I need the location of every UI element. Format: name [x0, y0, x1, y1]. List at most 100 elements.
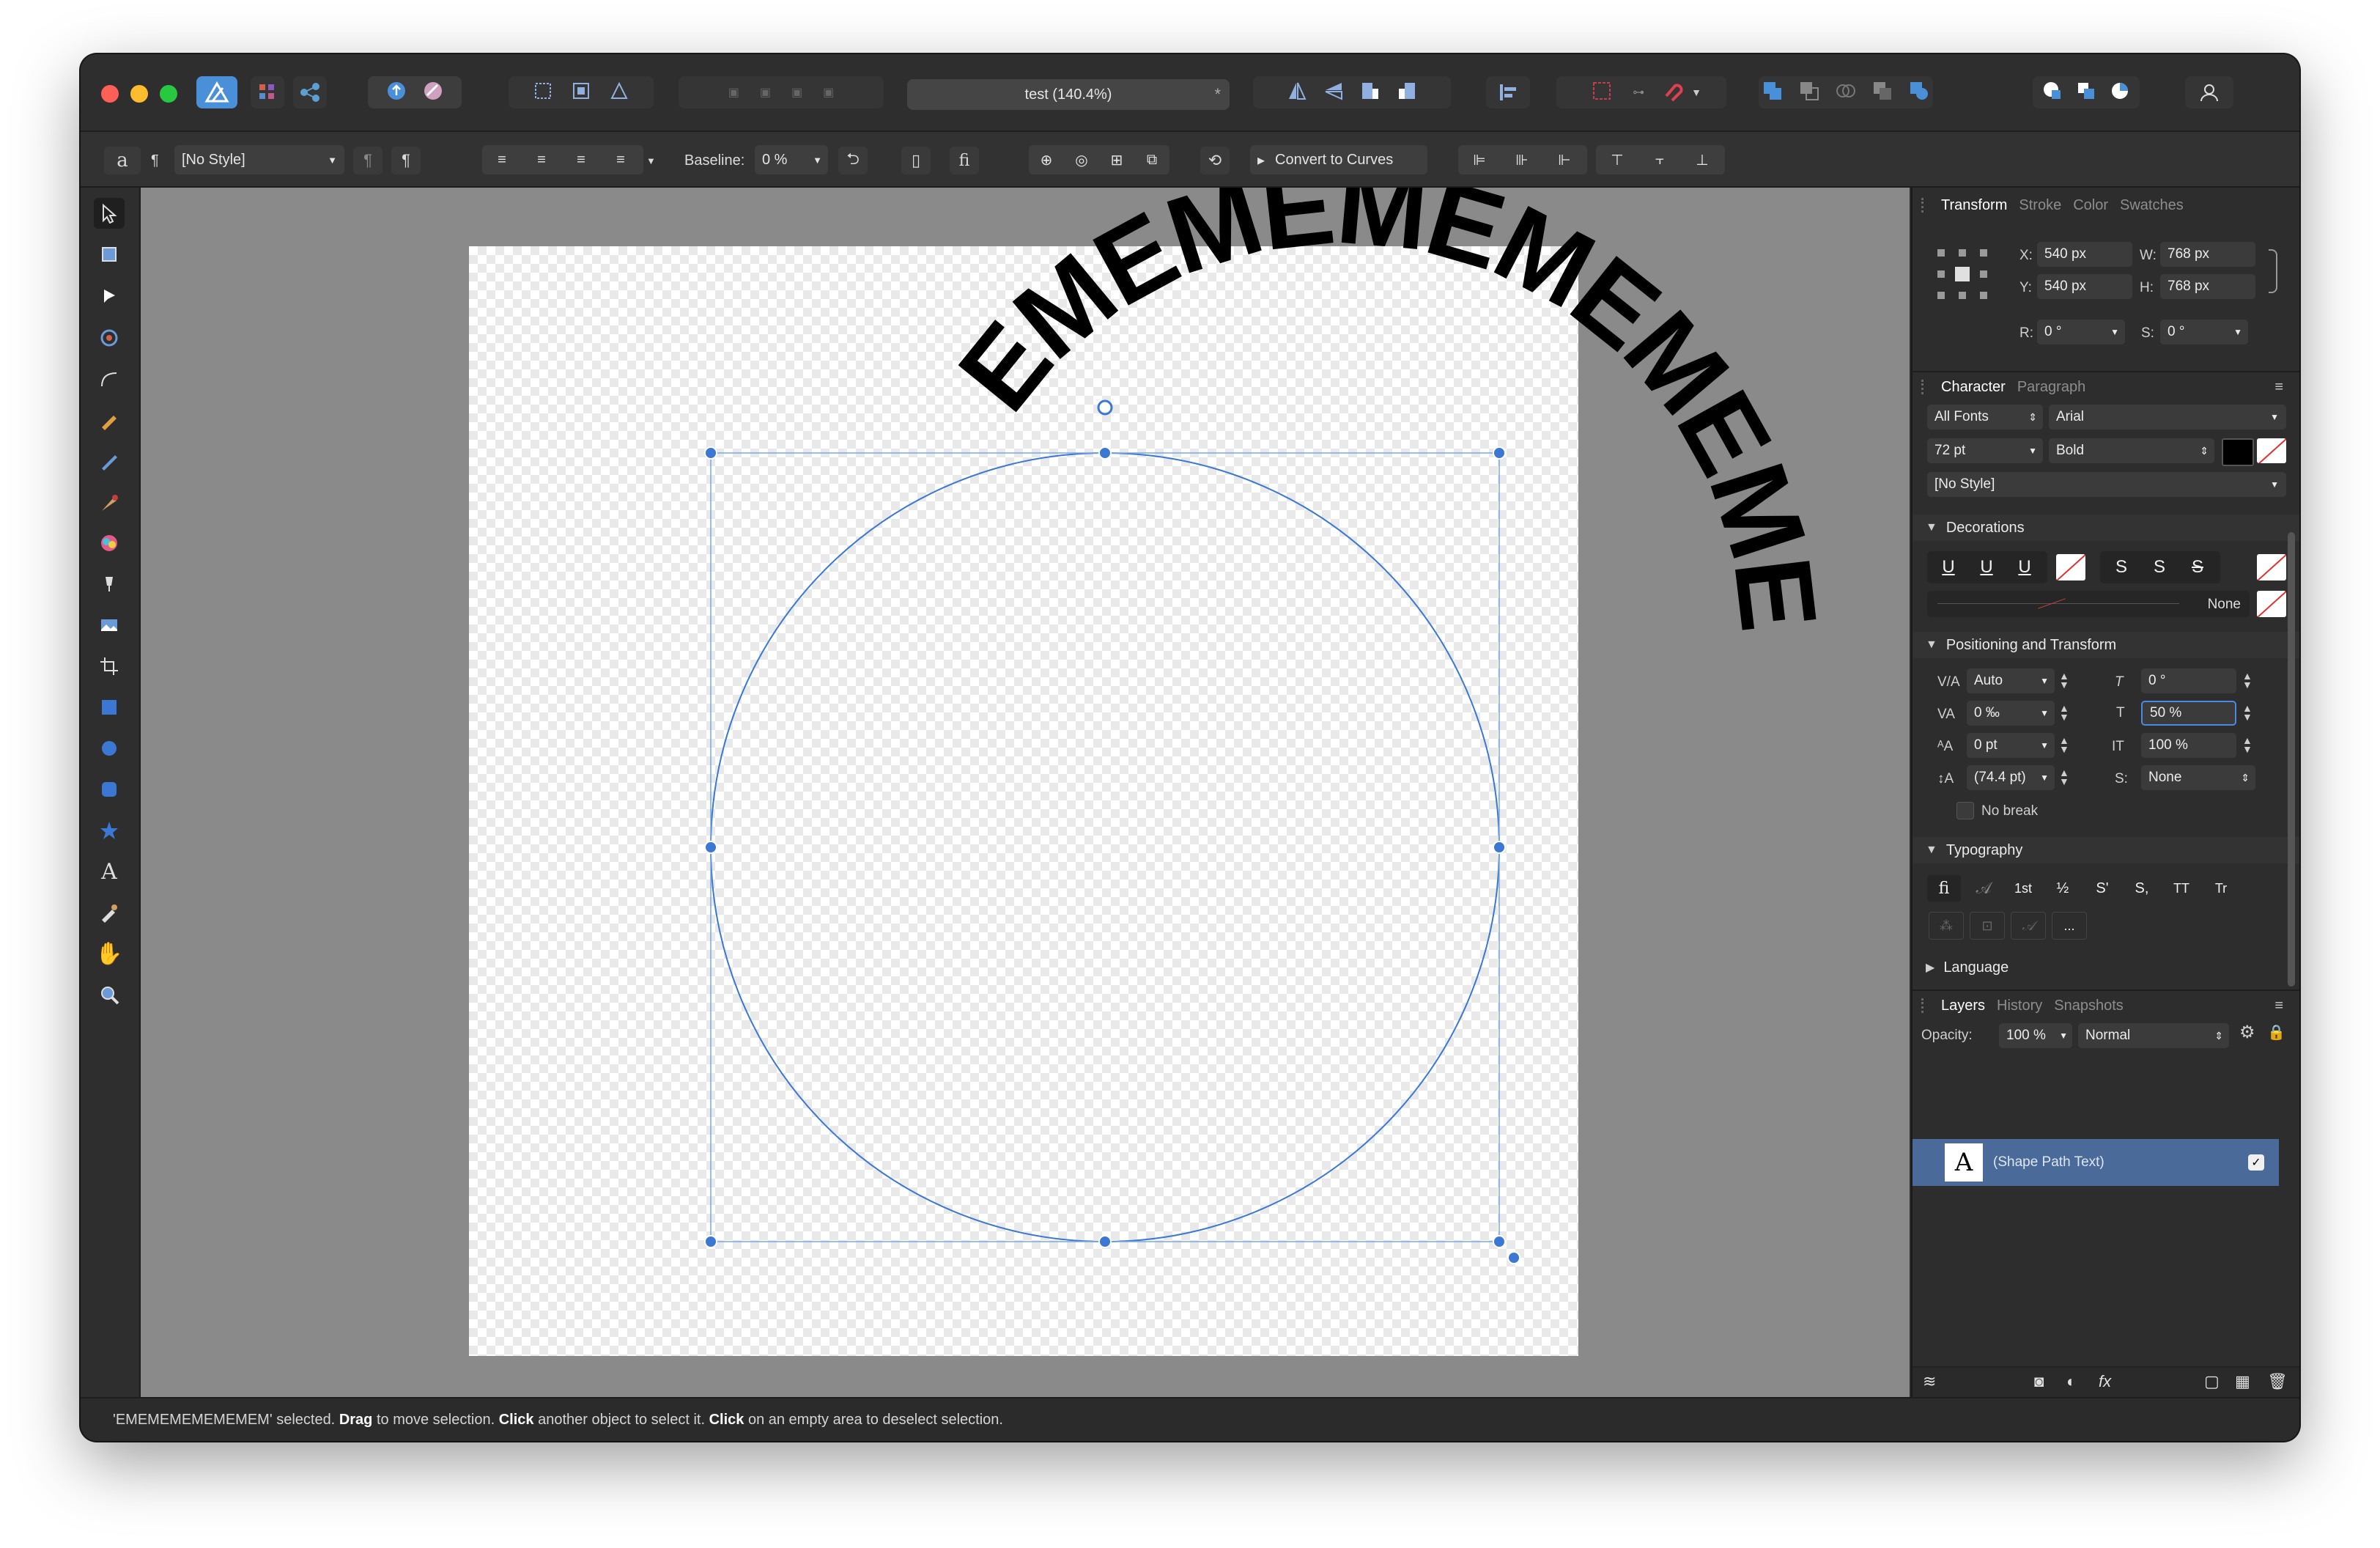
text-frame-icon[interactable]: ▯ — [901, 147, 931, 174]
alignment-icon[interactable] — [1486, 76, 1530, 108]
layers-stack-icon[interactable]: ≋ — [1923, 1372, 1936, 1391]
move-back-icon[interactable]: ▣ — [760, 85, 771, 100]
reset-selection-box-icon[interactable]: ⟲ — [1200, 147, 1230, 174]
lock-aspect-ratio-icon[interactable] — [2269, 249, 2277, 293]
view-point-icon[interactable]: ◎ — [1064, 151, 1099, 169]
color-picker-tool-icon[interactable] — [94, 897, 125, 928]
text-stroke-color-swatch[interactable] — [2257, 438, 2286, 463]
font-size-field[interactable]: 72 pt ▼ — [1927, 438, 2043, 463]
pen-tool-icon[interactable] — [94, 405, 125, 435]
alternates-button[interactable]: ⊡ — [1970, 912, 2005, 940]
handle-left[interactable] — [704, 841, 717, 854]
lock-icon[interactable]: 🔒 — [2267, 1023, 2285, 1042]
hand-tool-icon[interactable]: ✋ — [94, 938, 125, 969]
fill-tool-icon[interactable] — [94, 528, 125, 559]
rotation-handle[interactable] — [1507, 1251, 1520, 1264]
strikethrough-button[interactable]: S — [2104, 554, 2138, 580]
assets-icon[interactable] — [423, 81, 443, 105]
vector-brush-tool-icon[interactable] — [94, 487, 125, 517]
tab-layers[interactable]: Layers — [1941, 998, 1985, 1014]
font-family-select[interactable]: Arial ▼ — [2049, 405, 2286, 430]
tab-swatches[interactable]: Swatches — [2120, 197, 2184, 214]
align-right-edges-icon[interactable]: ⊩ — [1543, 151, 1586, 169]
text-start-handle[interactable] — [1097, 399, 1113, 416]
tab-snapshots[interactable]: Snapshots — [2054, 998, 2124, 1014]
shear-field[interactable]: 0 ° ▼ — [2160, 320, 2248, 344]
character-style-select[interactable]: [No Style] ▼ — [1927, 472, 2286, 497]
tracking-field[interactable]: 0 ‰ ▼ — [1967, 701, 2055, 726]
all-caps-button[interactable]: TT — [2165, 875, 2198, 902]
fx-icon[interactable]: fx — [2099, 1372, 2111, 1391]
swash-button[interactable]: 𝒜 — [1967, 875, 2000, 902]
typography-section-header[interactable]: ▼ Typography — [1912, 837, 2299, 863]
vertical-scale-stepper-icon[interactable]: ▲ ▼ — [2242, 703, 2252, 722]
paragraph-icon[interactable]: ¶ — [391, 147, 421, 174]
tracking-stepper-icon[interactable]: ▲ ▼ — [2059, 703, 2069, 722]
export-persona-icon[interactable] — [293, 76, 327, 108]
font-weight-select[interactable]: Bold ⇕ — [2049, 438, 2214, 463]
move-tool-icon[interactable] — [94, 198, 125, 229]
handle-top-right[interactable] — [1493, 446, 1506, 460]
rotation-field[interactable]: 0 ° ▼ — [2037, 320, 2125, 344]
convert-to-curves-button[interactable]: ▸ Convert to Curves — [1250, 145, 1427, 174]
baseline-shift-field[interactable]: 0 pt ▼ — [1967, 733, 2055, 758]
blend-mode-select[interactable]: Normal ⇕ — [2078, 1023, 2229, 1048]
snap-geometry-icon[interactable] — [609, 81, 629, 105]
handle-top-left[interactable] — [704, 446, 717, 460]
align-left-edges-icon[interactable]: ⊫ — [1458, 151, 1501, 169]
tab-transform[interactable]: Transform — [1941, 197, 2007, 214]
layer-name[interactable]: (Shape Path Text) — [1993, 1154, 2104, 1171]
circle-path[interactable] — [710, 452, 1500, 1242]
alignment-options-chevron-icon[interactable]: ▼ — [646, 147, 656, 174]
positioning-section-header[interactable]: ▼ Positioning and Transform — [1912, 632, 2299, 658]
ligatures-typo-button[interactable]: fi — [1927, 875, 1961, 902]
no-break-checkbox[interactable] — [1956, 802, 1974, 819]
line-color-swatch[interactable] — [2257, 591, 2286, 617]
crop-tool-icon[interactable] — [94, 651, 125, 682]
text-style-select[interactable]: [No Style] ▼ — [174, 145, 344, 174]
underline-custom-button[interactable]: U — [2008, 554, 2041, 580]
baseline-input[interactable]: 0 % ▼ — [755, 145, 828, 174]
align-bottom-icon[interactable]: ⊥ — [1681, 151, 1723, 169]
artistic-text-tool-icon[interactable]: A — [94, 856, 125, 887]
zoom-window-button[interactable] — [160, 85, 177, 103]
panel-menu-icon[interactable]: ≡ — [2274, 998, 2283, 1014]
place-image-tool-icon[interactable] — [94, 610, 125, 641]
handle-right[interactable] — [1493, 841, 1506, 854]
trash-icon[interactable]: 🗑 — [2267, 1372, 2288, 1391]
transform-origin-icon[interactable]: ⊕ — [1029, 151, 1064, 169]
height-field[interactable]: 768 px — [2160, 274, 2255, 299]
y-position-field[interactable]: 540 px — [2037, 274, 2132, 299]
align-middle-icon[interactable]: ⫟ — [1638, 152, 1681, 169]
align-center-icon[interactable]: ≡ — [522, 152, 561, 169]
fractions-button[interactable]: ½ — [2046, 875, 2080, 902]
minimize-window-button[interactable] — [130, 85, 148, 103]
leading-field[interactable]: (74.4 pt) ▼ — [1967, 765, 2055, 790]
small-caps-button[interactable]: Tr — [2204, 875, 2238, 902]
flip-vertical-icon[interactable] — [1323, 80, 1345, 106]
pencil-tool-icon[interactable] — [94, 446, 125, 476]
align-centers-icon[interactable]: ⊪ — [1501, 151, 1543, 169]
horizontal-scale-stepper-icon[interactable]: ▲ ▼ — [2242, 735, 2252, 754]
kerning-stepper-icon[interactable]: ▲ ▼ — [2059, 671, 2069, 690]
kerning-field[interactable]: Auto ▼ — [1967, 668, 2055, 693]
rotate-right-icon[interactable] — [1396, 80, 1418, 106]
strikethrough-color-swatch[interactable] — [2257, 554, 2286, 580]
snapping-options-chevron-icon[interactable]: ▼ — [1691, 86, 1701, 98]
divide-icon[interactable] — [1908, 80, 1930, 106]
grid-icon[interactable] — [1592, 81, 1612, 105]
zoom-tool-icon[interactable] — [94, 979, 125, 1010]
xor-icon[interactable] — [1871, 80, 1893, 106]
vertical-scale-field[interactable]: 50 % — [2141, 701, 2236, 726]
handle-top[interactable] — [1098, 446, 1112, 460]
gear-icon[interactable]: ⚙ — [2239, 1022, 2255, 1043]
opacity-field[interactable]: 100 % ▼ — [1999, 1023, 2072, 1048]
pixel-persona-icon[interactable] — [251, 76, 284, 108]
user-account-icon[interactable] — [2185, 76, 2233, 108]
layer-visibility-checkbox[interactable]: ✓ — [2248, 1154, 2264, 1171]
corner-tool-icon[interactable] — [94, 364, 125, 394]
shear-stepper-icon[interactable]: ▲ ▼ — [2242, 671, 2252, 690]
point-transform-tool-icon[interactable] — [94, 322, 125, 353]
align-top-icon[interactable]: ⊤ — [1596, 151, 1638, 169]
rectangle-tool-icon[interactable] — [94, 692, 125, 723]
